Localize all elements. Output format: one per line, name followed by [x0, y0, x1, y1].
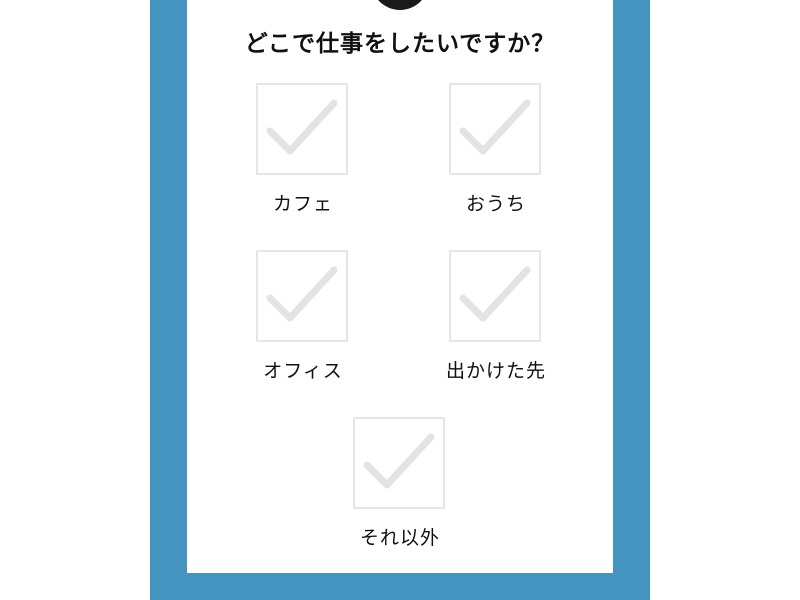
- option-office[interactable]: オフィス: [233, 250, 373, 400]
- option-label: オフィス: [263, 360, 343, 382]
- check-icon: [266, 266, 338, 322]
- option-label: それ以外: [359, 527, 440, 549]
- option-checkbox[interactable]: [449, 250, 541, 342]
- option-other[interactable]: それ以外: [330, 417, 470, 567]
- option-label: 出かけた先: [445, 360, 546, 382]
- option-home[interactable]: おうち: [426, 83, 566, 233]
- question-title: どこで仕事をしたいですか？: [244, 31, 556, 57]
- option-checkbox[interactable]: [353, 417, 445, 509]
- option-cafe[interactable]: カフェ: [233, 83, 373, 233]
- option-checkbox[interactable]: [256, 250, 348, 342]
- option-checkbox[interactable]: [256, 83, 348, 175]
- check-icon: [266, 99, 338, 155]
- check-icon: [363, 433, 435, 489]
- option-label: おうち: [465, 193, 526, 215]
- check-icon: [459, 99, 531, 155]
- option-outing[interactable]: 出かけた先: [426, 250, 566, 400]
- screen: どこで仕事をしたいですか？ カフェ おうち オフィス 出かけた先 それ以外: [0, 0, 800, 600]
- option-label: カフェ: [272, 193, 333, 215]
- option-checkbox[interactable]: [449, 83, 541, 175]
- check-icon: [459, 266, 531, 322]
